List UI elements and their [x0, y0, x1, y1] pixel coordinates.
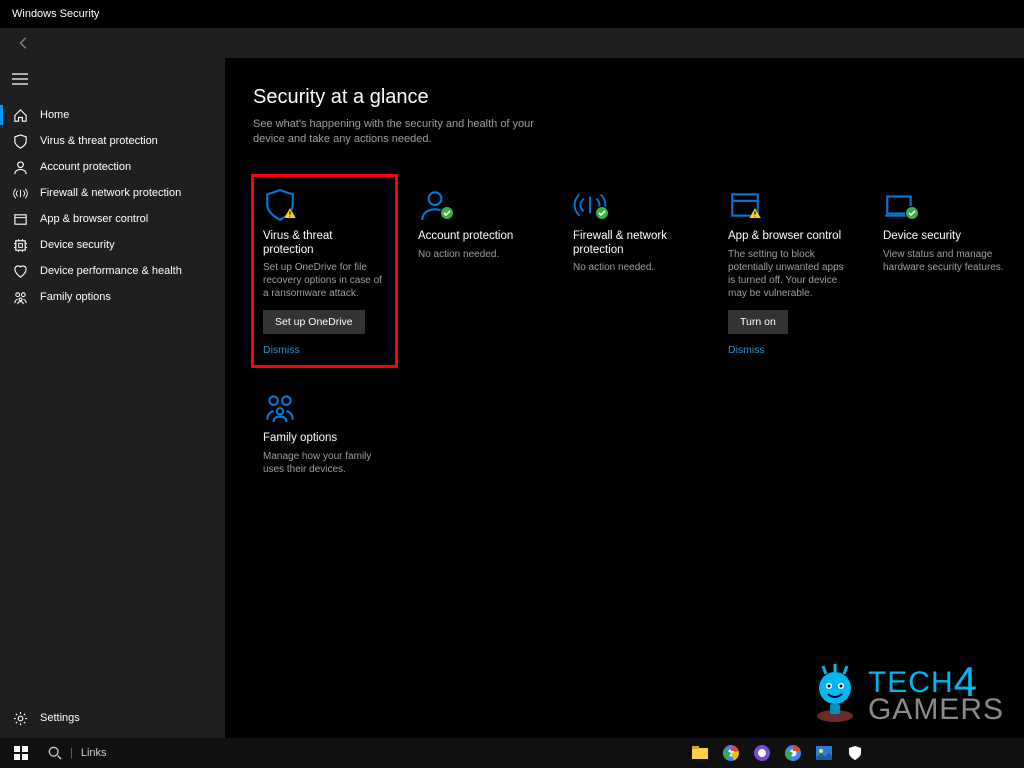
home-icon: [12, 107, 28, 123]
main-content: Security at a glance See what's happenin…: [225, 58, 1024, 738]
sidebar-item-home[interactable]: Home: [0, 102, 225, 128]
person-icon: [12, 159, 28, 175]
dismiss-link[interactable]: Dismiss: [728, 344, 851, 356]
shield-icon: [12, 133, 28, 149]
sidebar-settings[interactable]: Settings: [0, 698, 225, 738]
tile-title: Device security: [883, 230, 1006, 244]
taskbar-app-photos[interactable]: [809, 738, 839, 768]
tile-virus-threat[interactable]: Virus & threat protection Set up OneDriv…: [253, 176, 396, 367]
app-browser-icon: [12, 211, 28, 227]
sidebar-item-label: Home: [40, 109, 69, 121]
person-icon: [418, 188, 541, 222]
hamburger-button[interactable]: [0, 62, 40, 96]
taskbar-app-chrome2[interactable]: [778, 738, 808, 768]
page-title: Security at a glance: [253, 86, 1024, 109]
watermark: TECH4 GAMERS: [808, 660, 1004, 724]
taskbar-app-generic1[interactable]: [747, 738, 777, 768]
sidebar-item-virus[interactable]: Virus & threat protection: [0, 128, 225, 154]
tiles-grid: Virus & threat protection Set up OneDriv…: [253, 176, 1024, 529]
tile-title: Firewall & network protection: [573, 230, 696, 258]
tile-desc: View status and manage hardware security…: [883, 248, 1006, 274]
check-badge-icon: [595, 206, 609, 220]
firewall-icon: [573, 188, 696, 222]
family-icon: [12, 289, 28, 305]
turn-on-button[interactable]: Turn on: [728, 310, 788, 334]
sidebar-item-account[interactable]: Account protection: [0, 154, 225, 180]
tile-title: Account protection: [418, 230, 541, 244]
taskbar-app-chrome[interactable]: [716, 738, 746, 768]
tile-title: App & browser control: [728, 230, 851, 244]
tile-desc: The setting to block potentially unwante…: [728, 248, 851, 300]
heart-icon: [12, 263, 28, 279]
tile-firewall[interactable]: Firewall & network protection No action …: [563, 176, 706, 367]
family-icon: [263, 390, 386, 424]
top-strip: [0, 28, 1024, 58]
page-subtitle: See what's happening with the security a…: [253, 117, 553, 148]
sidebar-item-label: App & browser control: [40, 213, 148, 225]
sidebar-item-label: Account protection: [40, 161, 131, 173]
taskbar-search-text: Links: [81, 747, 107, 759]
tile-family-options[interactable]: Family options Manage how your family us…: [253, 378, 396, 528]
firewall-icon: [12, 185, 28, 201]
taskbar-app-security[interactable]: [840, 738, 870, 768]
tile-desc: No action needed.: [573, 261, 696, 274]
device-security-icon: [883, 188, 1006, 222]
device-security-icon: [12, 237, 28, 253]
gear-icon: [12, 710, 28, 726]
tile-title: Virus & threat protection: [263, 230, 386, 258]
sidebar-item-label: Family options: [40, 291, 111, 303]
taskbar-search[interactable]: | Links: [40, 738, 115, 768]
sidebar-item-label: Virus & threat protection: [40, 135, 158, 147]
taskbar-left: | Links: [4, 738, 115, 768]
sidebar-item-label: Device security: [40, 239, 115, 251]
check-badge-icon: [440, 206, 454, 220]
check-badge-icon: [905, 206, 919, 220]
tile-desc: Set up OneDrive for file recovery option…: [263, 261, 386, 300]
warning-badge-icon: [748, 206, 762, 220]
taskbar-apps: [685, 738, 870, 768]
sidebar-item-family[interactable]: Family options: [0, 284, 225, 310]
warning-badge-icon: [283, 206, 297, 220]
tile-device-security[interactable]: Device security View status and manage h…: [873, 176, 1016, 367]
mascot-icon: [808, 660, 862, 724]
sidebar-item-app-browser[interactable]: App & browser control: [0, 206, 225, 232]
app-browser-icon: [728, 188, 851, 222]
watermark-text: TECH4 GAMERS: [868, 660, 1004, 724]
taskbar-app-explorer[interactable]: [685, 738, 715, 768]
tile-title: Family options: [263, 432, 386, 446]
set-up-onedrive-button[interactable]: Set up OneDrive: [263, 310, 365, 334]
sidebar: Home Virus & threat protection Account p…: [0, 58, 225, 738]
sidebar-item-firewall[interactable]: Firewall & network protection: [0, 180, 225, 206]
dismiss-link[interactable]: Dismiss: [263, 344, 386, 356]
settings-label: Settings: [40, 712, 80, 724]
tile-desc: No action needed.: [418, 248, 541, 261]
sidebar-item-label: Device performance & health: [40, 265, 182, 277]
start-button[interactable]: [4, 738, 38, 768]
sidebar-item-device-security[interactable]: Device security: [0, 232, 225, 258]
sidebar-item-label: Firewall & network protection: [40, 187, 181, 199]
tile-app-browser[interactable]: App & browser control The setting to blo…: [718, 176, 861, 367]
back-button[interactable]: [14, 33, 34, 53]
windows-security-window: Windows Security Home: [0, 0, 1024, 738]
taskbar: | Links: [0, 738, 1024, 768]
search-icon: [48, 746, 62, 760]
tile-desc: Manage how your family uses their device…: [263, 450, 386, 476]
window-body: Home Virus & threat protection Account p…: [0, 58, 1024, 738]
shield-icon: [263, 188, 386, 222]
tile-account-protection[interactable]: Account protection No action needed.: [408, 176, 551, 367]
app-title: Windows Security: [12, 8, 99, 20]
title-bar: Windows Security: [0, 0, 1024, 28]
sidebar-item-performance[interactable]: Device performance & health: [0, 258, 225, 284]
nav-list: Home Virus & threat protection Account p…: [0, 102, 225, 698]
